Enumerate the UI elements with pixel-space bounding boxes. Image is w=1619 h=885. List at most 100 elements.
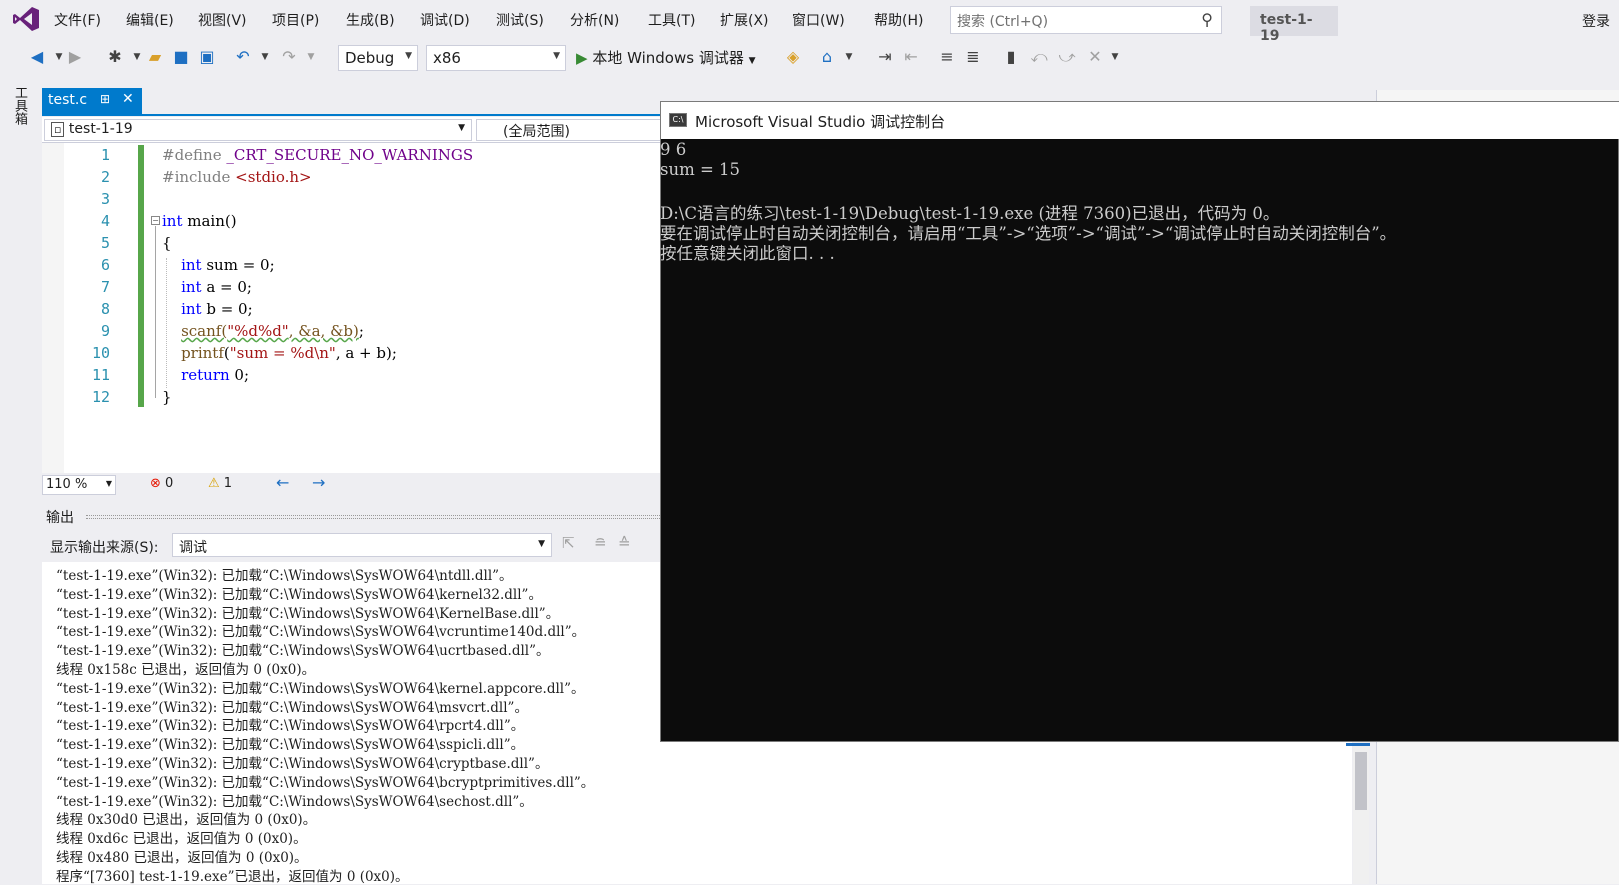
line-number: 2 (100, 168, 110, 186)
redo-dropdown-icon[interactable]: ▼ (300, 45, 322, 69)
scope-nav-select[interactable]: (全局范围) (476, 119, 664, 141)
save-icon[interactable]: ■ (170, 45, 192, 69)
code-editor[interactable] (42, 143, 664, 473)
drag-grip[interactable] (86, 515, 660, 519)
menu-item-10[interactable]: 扩展(X) (720, 10, 769, 30)
outdent-icon[interactable]: ≣ (962, 45, 984, 69)
console-line: 按任意键关闭此窗口. . . (660, 244, 835, 263)
console-title: Microsoft Visual Studio 调试控制台 (695, 113, 946, 131)
debug-console-window[interactable] (660, 101, 1619, 742)
line-number: 9 (100, 322, 110, 340)
line-number: 10 (91, 344, 110, 362)
previous-issue-icon[interactable]: ← (276, 473, 289, 492)
code-line-12: } (162, 388, 172, 406)
line-number: 12 (91, 388, 110, 406)
line-number: 5 (100, 234, 110, 252)
login-link[interactable]: 登录 (1582, 11, 1610, 31)
chevron-down-icon: ▼ (458, 123, 465, 133)
output-source-row: 显示输出来源(S): 调试 ▼ ⇱ ≘ ≙ (42, 530, 664, 560)
search-icon[interactable]: ⚲ (1201, 10, 1213, 29)
toolbox-tab[interactable]: 工具箱 (11, 86, 29, 125)
search-placeholder: 搜索 (Ctrl+Q) (957, 14, 1049, 30)
nav-project-label: test-1-19 (68, 121, 133, 137)
close-icon[interactable]: ✕ (122, 91, 134, 107)
code-line-9: scanf("%d%d", &a, &b); (181, 322, 364, 340)
solution-configuration-select[interactable]: Debug ▼ (338, 45, 418, 71)
save-all-icon[interactable]: ▣ (196, 45, 218, 69)
toolbar-overflow-icon[interactable]: ▼ (1104, 45, 1126, 69)
output-line: “test-1-19.exe”(Win32): 已加载“C:\Windows\S… (56, 699, 528, 716)
undo-icon[interactable]: ↶ (232, 45, 254, 69)
start-debugging-button[interactable]: ▶ 本地 Windows 调试器 ▼ (576, 47, 756, 69)
menu-item-1[interactable]: 文件(F) (54, 10, 101, 30)
back-icon[interactable]: ◀ (26, 45, 48, 69)
menu-item-4[interactable]: 项目(P) (272, 10, 319, 30)
next-message-icon[interactable]: ≙ (618, 534, 631, 552)
next-issue-icon[interactable]: → (312, 473, 325, 492)
output-line: 线程 0xd6c 已退出，返回值为 0 (0x0)。 (56, 831, 307, 848)
menu-item-3[interactable]: 视图(V) (198, 10, 247, 30)
project-nav-select[interactable]: ▫ test-1-19 ▼ (44, 119, 472, 141)
output-line: “test-1-19.exe”(Win32): 已加载“C:\Windows\S… (56, 737, 525, 754)
redo-icon[interactable]: ↷ (278, 45, 300, 69)
editor-status-strip (42, 474, 664, 496)
zoom-select[interactable]: 110 % ▼ (42, 475, 116, 495)
prev-message-icon[interactable]: ≘ (594, 534, 607, 552)
solution-platform-select[interactable]: x86 ▼ (426, 45, 566, 71)
output-line: “test-1-19.exe”(Win32): 已加载“C:\Windows\S… (56, 793, 533, 810)
line-number: 1 (100, 146, 110, 164)
chevron-down-icon: ▼ (538, 539, 545, 549)
find-message-icon[interactable]: ⇱ (562, 534, 575, 552)
output-line: “test-1-19.exe”(Win32): 已加载“C:\Windows\S… (56, 586, 542, 603)
code-line-7: int a = 0; (181, 278, 252, 296)
menu-item-8[interactable]: 分析(N) (570, 10, 619, 30)
editor-gutter (42, 143, 64, 473)
menu-item-12[interactable]: 帮助(H) (874, 10, 923, 30)
menu-item-7[interactable]: 测试(S) (496, 10, 544, 30)
output-line: 程序“[7360] test-1-19.exe”已退出，返回值为 0 (0x0)… (56, 868, 409, 885)
menu-item-9[interactable]: 工具(T) (648, 10, 695, 30)
browser-link-icon[interactable]: ◈ (782, 45, 804, 69)
search-input[interactable]: 搜索 (Ctrl+Q) ⚲ (950, 6, 1222, 34)
output-title: 输出 (46, 510, 74, 526)
change-tracking-bar (138, 145, 144, 407)
home-dropdown-icon[interactable]: ▼ (838, 45, 860, 69)
output-source-select[interactable]: 调试 ▼ (172, 533, 552, 557)
output-line: “test-1-19.exe”(Win32): 已加载“C:\Windows\S… (56, 756, 549, 772)
pin-icon[interactable]: ⊞ (100, 92, 110, 106)
new-project-icon[interactable]: ✱ (104, 45, 126, 69)
clear-bookmarks-icon[interactable]: ✕ (1084, 45, 1106, 69)
prev-bookmark-icon[interactable]: ⤺ (1028, 45, 1050, 69)
indent-icon[interactable]: ≡ (936, 45, 958, 69)
open-folder-icon[interactable]: ▰ (144, 45, 166, 69)
warning-count-value: 1 (223, 476, 233, 491)
output-scroll-thumb[interactable] (1355, 752, 1367, 810)
home-icon[interactable]: ⌂ (816, 45, 838, 69)
error-count-value: 0 (165, 476, 174, 491)
line-number: 4 (100, 212, 110, 230)
zoom-value: 110 % (46, 477, 88, 492)
nav-scope-label: (全局范围) (503, 124, 570, 140)
code-line-10: printf("sum = %d\n", a + b); (181, 344, 397, 362)
menu-item-5[interactable]: 生成(B) (346, 10, 395, 30)
collapse-icon[interactable]: − (151, 216, 160, 225)
next-bookmark-icon[interactable]: ⤻ (1056, 45, 1078, 69)
tab-test-c[interactable]: test.c ⊞ ✕ (42, 88, 142, 114)
output-line: “test-1-19.exe”(Win32): 已加载“C:\Windows\S… (56, 624, 586, 641)
console-title-bar[interactable]: Microsoft Visual Studio 调试控制台 (661, 102, 1619, 139)
undo-dropdown-icon[interactable]: ▼ (254, 45, 276, 69)
bookmark-icon[interactable]: ▮ (1000, 45, 1022, 69)
output-line: “test-1-19.exe”(Win32): 已加载“C:\Windows\S… (56, 774, 595, 791)
menu-item-6[interactable]: 调试(D) (420, 10, 470, 30)
project-icon: ▫ (51, 122, 65, 137)
step-into-icon[interactable]: ⇥ (874, 45, 896, 69)
menu-item-2[interactable]: 编辑(E) (126, 10, 174, 30)
forward-icon[interactable]: ▶ (64, 45, 86, 69)
menu-item-11[interactable]: 窗口(W) (792, 10, 845, 30)
step-over-icon[interactable]: ⇤ (900, 45, 922, 69)
error-count[interactable]: ⊗ 0 (150, 476, 173, 491)
warning-count[interactable]: ⚠ 1 (208, 476, 232, 491)
tab-label: test.c (48, 92, 88, 108)
code-line-8: int b = 0; (181, 300, 253, 318)
output-line: 线程 0x158c 已退出，返回值为 0 (0x0)。 (56, 662, 316, 678)
